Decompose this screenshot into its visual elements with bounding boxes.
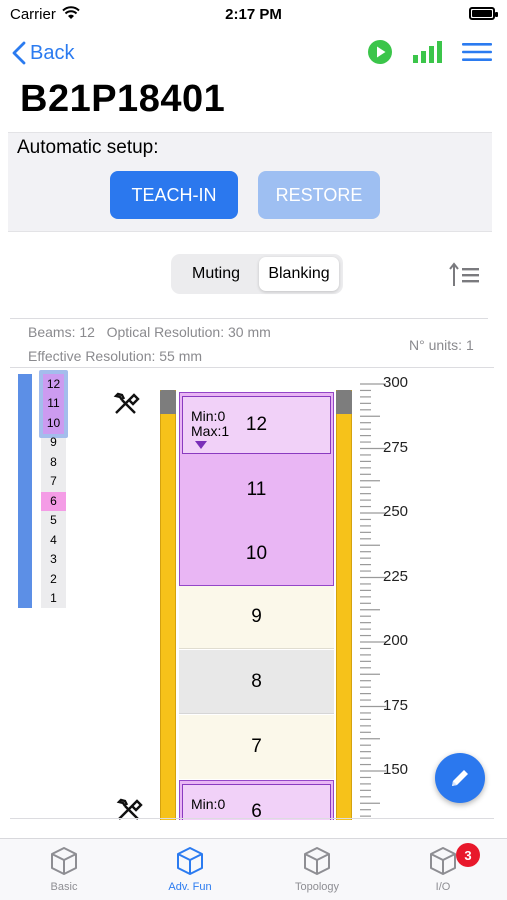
tab-adv-fun[interactable]: Adv. Fun bbox=[127, 845, 253, 899]
automatic-setup-label: Automatic setup: bbox=[17, 137, 159, 158]
effective-resolution-info: Effective Resolution: 55 mm bbox=[28, 348, 203, 364]
beam-number[interactable]: 4 bbox=[41, 530, 66, 550]
beam-number[interactable]: 3 bbox=[41, 550, 66, 570]
tab-label: Basic bbox=[50, 881, 78, 893]
beam-number[interactable]: 7 bbox=[41, 472, 66, 492]
unit-indicator-bar bbox=[18, 374, 32, 608]
sort-icon[interactable] bbox=[449, 262, 481, 293]
cube-icon bbox=[51, 847, 77, 875]
tab-muting[interactable]: Muting bbox=[175, 257, 257, 291]
beam-cell: 10 bbox=[245, 543, 268, 564]
tab-blanking[interactable]: Blanking bbox=[259, 257, 339, 291]
beam-cell: 11 bbox=[246, 479, 267, 500]
ruler-label: 200 bbox=[383, 632, 409, 649]
beam-cell: 12 bbox=[245, 414, 268, 435]
left-light-curtain-rail bbox=[160, 390, 176, 820]
edit-button[interactable] bbox=[435, 753, 485, 803]
tab-basic[interactable]: Basic bbox=[1, 845, 127, 899]
tab-topology[interactable]: Topology bbox=[254, 845, 380, 899]
play-icon[interactable] bbox=[367, 39, 393, 70]
content-bottom-margin bbox=[0, 820, 507, 838]
divider bbox=[10, 318, 488, 319]
tab-label: Topology bbox=[294, 881, 340, 893]
cube-icon bbox=[304, 847, 330, 875]
beam-cell[interactable]: 7 bbox=[179, 715, 334, 779]
ruler-label: 275 bbox=[383, 438, 409, 456]
beam-number[interactable]: 5 bbox=[41, 511, 66, 531]
tab-io[interactable]: I/O 3 bbox=[380, 843, 506, 899]
restore-button[interactable]: RESTORE bbox=[258, 171, 380, 219]
ruler-label: 175 bbox=[383, 696, 409, 714]
back-button[interactable]: Back bbox=[12, 38, 74, 68]
beam-number[interactable]: 11 bbox=[41, 394, 66, 414]
page-title: B21P18401 bbox=[20, 78, 226, 120]
beam-number[interactable]: 2 bbox=[41, 569, 66, 589]
tab-label: Adv. Fun bbox=[168, 881, 212, 893]
divider bbox=[10, 367, 494, 368]
right-light-curtain-rail bbox=[336, 390, 352, 820]
status-bar: Carrier 2:17 PM bbox=[0, 0, 507, 30]
beams-info: Beams: 12 Optical Resolution: 30 mm bbox=[28, 324, 271, 340]
beam-number[interactable]: 8 bbox=[41, 452, 66, 472]
cube-icon bbox=[430, 847, 456, 875]
beam-number[interactable]: 10 bbox=[41, 413, 66, 433]
cube-icon bbox=[177, 847, 203, 875]
ruler-label: 225 bbox=[383, 567, 409, 585]
beam-cell[interactable]: 9 bbox=[179, 586, 334, 649]
tab-bar: Basic Adv. Fun Topology I/O 3 bbox=[0, 838, 507, 900]
beam-number[interactable]: 1 bbox=[41, 589, 66, 609]
battery-icon bbox=[469, 7, 498, 20]
teach-in-button[interactable]: TEACH-IN bbox=[110, 171, 238, 219]
beam-cell[interactable]: 8 bbox=[179, 650, 334, 714]
automatic-setup-panel: Automatic setup: TEACH-IN RESTORE bbox=[8, 132, 492, 232]
ruler-label: 250 bbox=[383, 503, 409, 520]
notification-badge: 3 bbox=[456, 843, 480, 867]
beam-number[interactable]: 12 bbox=[41, 374, 66, 394]
beam-number[interactable]: 6 bbox=[41, 491, 66, 511]
divider bbox=[10, 818, 494, 819]
units-info: N° units: 1 bbox=[409, 337, 474, 353]
mode-segmented-control: Muting Blanking bbox=[171, 254, 343, 294]
menu-icon[interactable] bbox=[462, 42, 492, 67]
chevron-left-icon bbox=[12, 41, 26, 65]
signal-strength-icon[interactable] bbox=[413, 40, 443, 69]
tools-icon[interactable] bbox=[113, 392, 141, 422]
ruler-label: 150 bbox=[383, 761, 409, 778]
clock: 2:17 PM bbox=[225, 6, 282, 23]
ruler-label: 300 bbox=[383, 374, 409, 391]
ruler-scale bbox=[360, 383, 386, 824]
pencil-icon bbox=[452, 770, 468, 786]
back-label: Back bbox=[30, 41, 75, 64]
beam-number[interactable]: 9 bbox=[41, 433, 66, 453]
tab-label: I/O bbox=[435, 881, 451, 893]
